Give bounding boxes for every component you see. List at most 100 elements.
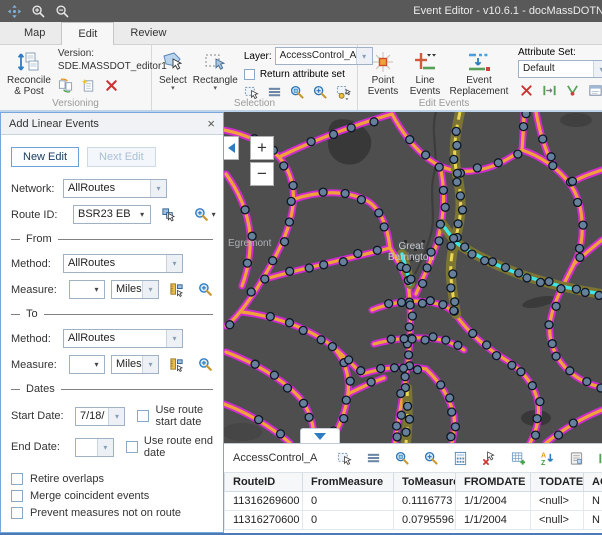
event-point[interactable]	[569, 419, 577, 427]
column-header[interactable]: RouteID	[225, 473, 303, 492]
event-point[interactable]	[528, 382, 536, 390]
event-point[interactable]	[406, 136, 414, 144]
event-point[interactable]	[436, 220, 444, 228]
event-point[interactable]	[515, 269, 523, 277]
event-point[interactable]	[393, 422, 401, 430]
point-events-button[interactable]: Point Events	[362, 47, 404, 99]
event-point[interactable]	[289, 182, 297, 190]
event-point[interactable]	[453, 169, 461, 177]
event-point[interactable]	[439, 301, 447, 309]
event-point[interactable]	[453, 141, 461, 149]
event-point[interactable]	[357, 367, 365, 375]
to-method-caret[interactable]: ▾	[166, 330, 182, 347]
form-icon[interactable]	[568, 450, 584, 466]
event-point[interactable]	[354, 250, 362, 258]
event-point[interactable]	[461, 243, 469, 251]
event-point[interactable]	[581, 288, 589, 296]
event-point[interactable]	[270, 371, 278, 379]
event-point[interactable]	[377, 365, 385, 373]
event-replacement-button[interactable]: Event Replacement	[446, 47, 512, 99]
retire-overlaps-checkbox[interactable]	[11, 473, 23, 485]
event-point[interactable]	[419, 280, 427, 288]
event-point[interactable]	[442, 336, 450, 344]
event-point[interactable]	[307, 138, 315, 146]
event-point[interactable]	[418, 299, 426, 307]
event-point[interactable]	[248, 232, 256, 240]
event-point[interactable]	[305, 413, 313, 421]
event-point[interactable]	[557, 285, 565, 293]
to-measure-combobox[interactable]: ▾	[69, 355, 105, 374]
event-point[interactable]	[398, 298, 406, 306]
event-point[interactable]	[319, 188, 327, 196]
event-point[interactable]	[483, 341, 491, 349]
use-route-start-date-checkbox[interactable]	[137, 410, 149, 422]
to-choose-measure-icon[interactable]	[169, 357, 184, 373]
event-point[interactable]	[548, 340, 556, 348]
event-point[interactable]	[404, 402, 412, 410]
rectangle-tool-button[interactable]: Rectangle ▾	[190, 47, 241, 100]
conflicts-icon[interactable]	[58, 77, 74, 93]
event-point[interactable]	[576, 244, 584, 252]
event-point[interactable]	[406, 301, 414, 309]
event-point[interactable]	[241, 206, 249, 214]
route-zoom-caret[interactable]: ▾	[212, 210, 216, 219]
event-point[interactable]	[517, 368, 525, 376]
next-edit-button[interactable]: Next Edit	[87, 147, 156, 167]
event-point[interactable]	[441, 203, 449, 211]
event-point[interactable]	[493, 352, 501, 360]
event-point[interactable]	[277, 430, 285, 438]
event-point[interactable]	[226, 321, 234, 329]
to-measure-zoom-icon[interactable]	[198, 357, 213, 373]
event-point[interactable]	[408, 312, 416, 320]
column-header[interactable]: FROMDATE	[456, 473, 531, 492]
column-header[interactable]: AC	[584, 473, 602, 492]
zoom-in-icon[interactable]	[30, 3, 46, 19]
show-records-icon[interactable]	[365, 450, 381, 466]
event-point[interactable]	[454, 220, 462, 228]
event-point[interactable]	[370, 118, 378, 126]
event-point[interactable]	[341, 190, 349, 198]
start-date-caret[interactable]: ▾	[108, 408, 124, 425]
event-point[interactable]	[469, 329, 477, 337]
event-point[interactable]	[579, 221, 587, 229]
new-edit-button[interactable]: New Edit	[11, 147, 79, 167]
event-point[interactable]	[385, 300, 393, 308]
event-point[interactable]	[449, 270, 457, 278]
select-dropdown-caret[interactable]: ▾	[171, 86, 175, 92]
measure-icon[interactable]	[541, 82, 557, 98]
event-point[interactable]	[522, 112, 530, 118]
use-route-end-date-checkbox[interactable]	[126, 441, 138, 453]
table-header-row[interactable]: RouteIDFromMeasureToMeasureFROMDATETODAT…	[225, 473, 602, 492]
table-row[interactable]: 1131627060000.07955961/1/2004<null>N	[225, 511, 602, 530]
reconcile-post-button[interactable]: Reconcile & Post	[4, 47, 54, 99]
delete-version-icon[interactable]	[104, 77, 120, 93]
event-point[interactable]	[569, 177, 577, 185]
rectangle-dropdown-caret[interactable]: ▾	[214, 86, 218, 92]
zoom-out-icon[interactable]	[54, 3, 70, 19]
event-point[interactable]	[320, 261, 328, 269]
event-point[interactable]	[280, 162, 288, 170]
select-route-on-map-icon[interactable]	[161, 207, 176, 223]
event-point[interactable]	[450, 307, 458, 315]
pan-icon[interactable]	[6, 3, 22, 19]
event-point[interactable]	[552, 302, 560, 310]
event-point[interactable]	[342, 396, 350, 404]
event-point[interactable]	[284, 384, 292, 392]
event-point[interactable]	[450, 234, 458, 242]
event-point[interactable]	[448, 408, 456, 416]
event-point[interactable]	[489, 258, 497, 266]
column-header[interactable]: FromMeasure	[303, 473, 394, 492]
select-features-icon[interactable]	[336, 450, 352, 466]
start-date-combobox[interactable]: 7/18/ ▾	[75, 407, 125, 426]
tab-edit[interactable]: Edit	[61, 22, 114, 45]
event-point[interactable]	[401, 373, 409, 381]
event-point[interactable]	[247, 288, 255, 296]
event-point[interactable]	[345, 356, 353, 364]
event-point[interactable]	[533, 415, 541, 423]
event-point[interactable]	[299, 326, 307, 334]
from-method-caret[interactable]: ▾	[166, 255, 182, 272]
event-point[interactable]	[446, 394, 454, 402]
event-point[interactable]	[514, 150, 522, 158]
event-point[interactable]	[547, 153, 555, 161]
event-point[interactable]	[380, 223, 388, 231]
